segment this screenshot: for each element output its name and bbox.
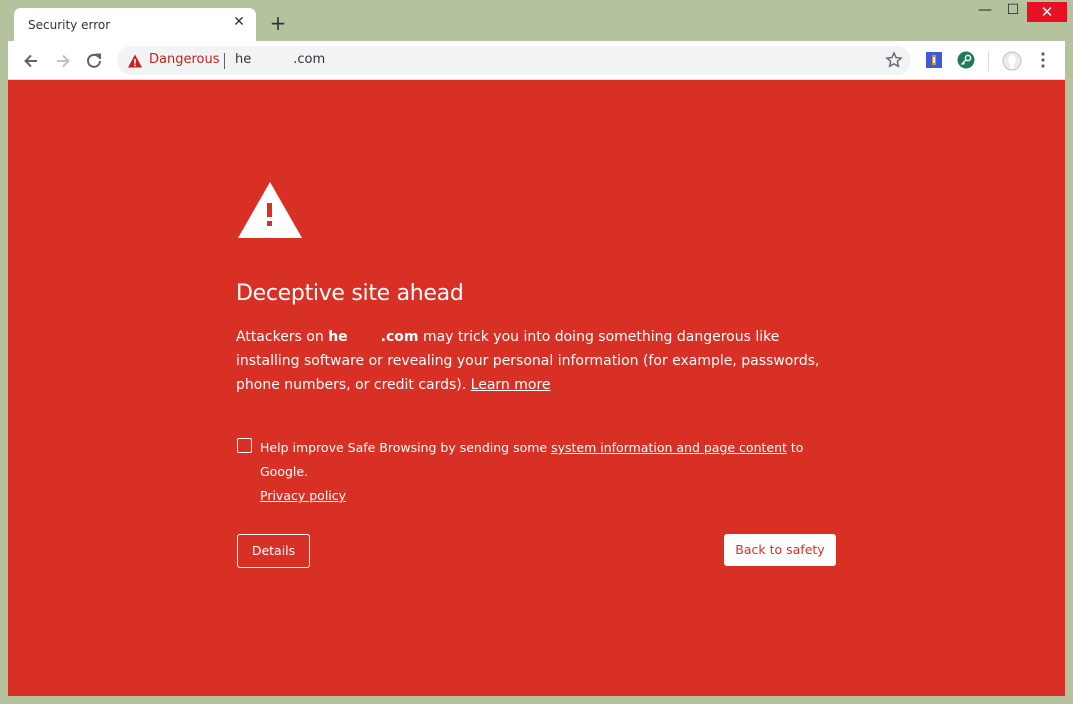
- safe-browsing-checkbox[interactable]: [237, 438, 252, 453]
- maximize-button[interactable]: ☐: [1000, 2, 1026, 22]
- tab-title: Security error: [28, 18, 111, 32]
- toolbar: Dangerous he .com: [8, 41, 1065, 80]
- system-info-link[interactable]: system information and page content: [551, 440, 787, 455]
- reload-icon[interactable]: [83, 50, 105, 72]
- new-tab-button[interactable]: +: [268, 13, 288, 33]
- extension-key-icon[interactable]: [957, 51, 975, 69]
- browser-window: Security error ✕ + — ☐ ✕ Dangerous he .co…: [0, 0, 1073, 704]
- back-to-safety-button[interactable]: Back to safety: [724, 534, 836, 566]
- forward-arrow-icon[interactable]: [52, 50, 74, 72]
- bookmark-star-icon[interactable]: [885, 51, 903, 69]
- toolbar-divider: [988, 51, 989, 71]
- warning-triangle-icon[interactable]: [127, 53, 143, 69]
- warning-triangle-icon: [236, 180, 304, 240]
- menu-kebab-icon[interactable]: [1035, 51, 1053, 69]
- tab-strip: Security error ✕ + — ☐ ✕: [0, 0, 1073, 41]
- address-bar[interactable]: Dangerous he .com: [117, 46, 911, 75]
- url-text[interactable]: he .com: [235, 52, 325, 67]
- security-status-label[interactable]: Dangerous: [149, 52, 220, 67]
- safe-browsing-optin-text: Help improve Safe Browsing by sending so…: [260, 440, 804, 503]
- learn-more-link[interactable]: Learn more: [471, 377, 551, 393]
- warning-description: Attackers on he .com may trick you into d…: [236, 329, 820, 393]
- page-title: Deceptive site ahead: [236, 281, 464, 306]
- privacy-policy-link[interactable]: Privacy policy: [260, 488, 346, 503]
- tab-security-error[interactable]: Security error ✕: [14, 8, 256, 41]
- details-button[interactable]: Details: [237, 534, 310, 568]
- profile-avatar-icon[interactable]: [1002, 51, 1022, 71]
- site-domain: he .com: [328, 329, 419, 345]
- interstitial-page: Deceptive site ahead Attackers on he .com…: [8, 80, 1065, 696]
- minimize-button[interactable]: —: [972, 2, 998, 22]
- back-arrow-icon[interactable]: [20, 50, 42, 72]
- window-close-button[interactable]: ✕: [1027, 2, 1067, 22]
- omnibox-divider: [224, 53, 225, 69]
- close-icon[interactable]: ✕: [232, 15, 246, 29]
- extension-icon[interactable]: [925, 51, 943, 69]
